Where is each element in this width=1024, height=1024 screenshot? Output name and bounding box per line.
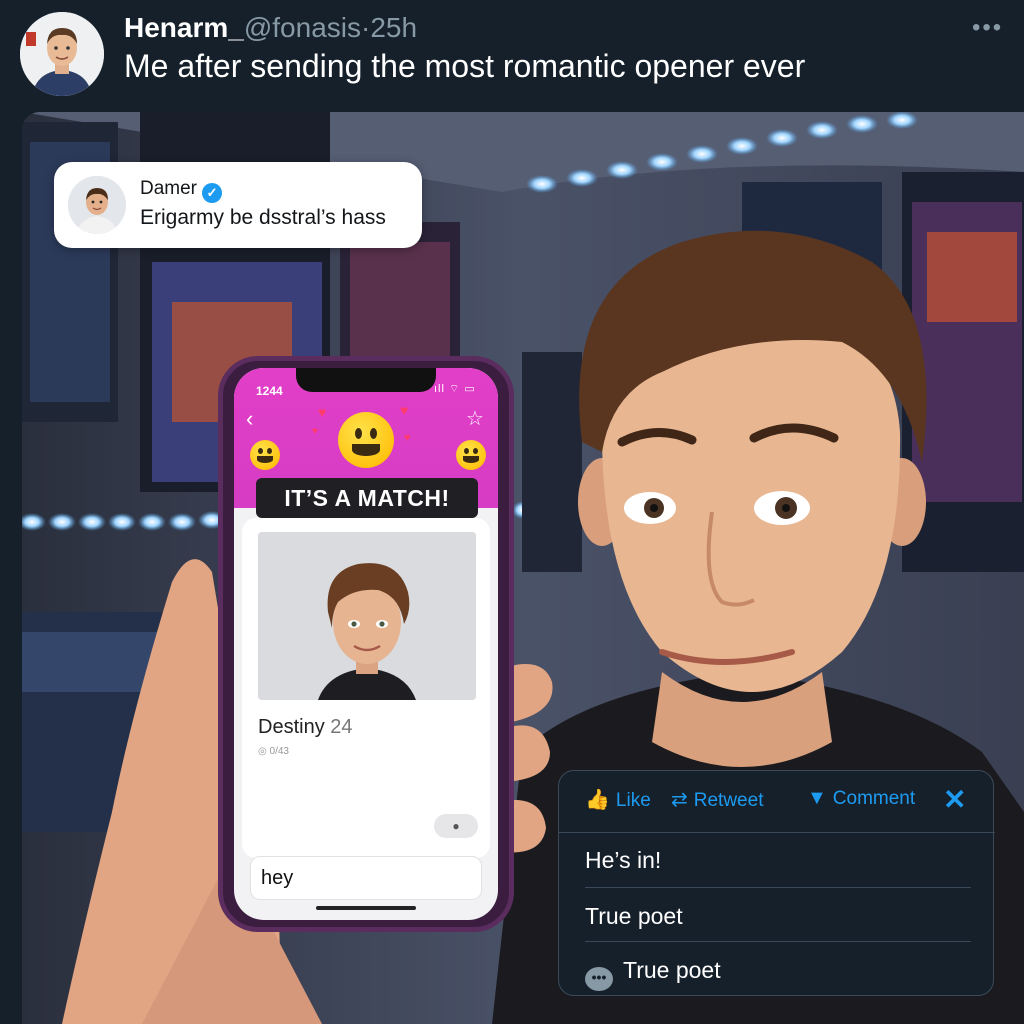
retweet-icon: ⇄ <box>671 789 688 811</box>
divider <box>585 941 971 942</box>
match-banner: IT’S A MATCH! <box>256 478 478 518</box>
quote-author-name[interactable]: Damer <box>140 178 197 199</box>
divider <box>585 887 971 888</box>
reply-item-with-icon[interactable]: ••• True poet <box>585 957 721 991</box>
heart-icon: ♥ <box>404 432 411 444</box>
quote-author-line: Damer ✓ <box>140 178 223 203</box>
author-handle[interactable]: @fonasis <box>244 12 361 43</box>
separator: · <box>360 12 371 43</box>
retweet-button[interactable]: ⇄ Retweet <box>671 787 763 812</box>
heart-icon: ♥ <box>400 402 409 418</box>
reply-item[interactable]: True poet <box>585 903 683 930</box>
reply-text: True poet <box>623 957 721 983</box>
author-line: Henarm_@fonasis·25h <box>124 12 417 44</box>
comment-button[interactable]: ▼ Comment <box>807 787 915 810</box>
message-input[interactable]: hey <box>250 856 482 900</box>
star-icon[interactable]: ☆ <box>466 406 484 431</box>
grin-emoji-icon <box>250 440 280 470</box>
home-indicator[interactable] <box>316 906 416 910</box>
quote-avatar[interactable] <box>68 176 126 234</box>
smiley-emoji-icon <box>338 412 394 468</box>
author-name[interactable]: Henarm_ <box>124 12 244 43</box>
profile-card[interactable]: Destiny 24 ◎ 0/43 ● <box>242 518 490 858</box>
heart-icon: ♥ <box>312 426 318 437</box>
quote-text: Erigarmy be dsstral’s hass <box>140 206 386 229</box>
tweet-time[interactable]: 25h <box>370 12 417 43</box>
comment-icon: ▼ <box>807 787 827 809</box>
phone-notch <box>296 368 436 392</box>
comment-label: Comment <box>832 788 916 809</box>
like-button[interactable]: 👍 Like <box>585 787 651 812</box>
profile-photo[interactable] <box>258 532 476 700</box>
emoji-toggle[interactable]: ● <box>434 814 478 838</box>
author-avatar[interactable] <box>20 12 104 96</box>
profile-meta: ◎ 0/43 <box>258 746 289 757</box>
chat-bubble-icon: ••• <box>585 967 613 991</box>
tweet-screenshot: Henarm_@fonasis·25h Me after sending the… <box>0 0 1024 1024</box>
profile-name: Destiny <box>258 716 325 738</box>
action-panel: 👍 Like ⇄ Retweet ▼ Comment ✕ He’s in! True … <box>558 770 995 996</box>
phone-screen: 1244 ıll ⌔ ▭ ‹ ☆ ♥ ♥ ♥ ♥ Destiny 24 ◎ 0/… <box>234 368 498 920</box>
action-bar: 👍 Like ⇄ Retweet ▼ Comment ✕ <box>559 771 995 833</box>
verified-badge-icon: ✓ <box>202 183 223 203</box>
status-time: 1244 <box>256 384 283 398</box>
grin-emoji-icon <box>456 440 486 470</box>
status-icons: ıll ⌔ ▭ <box>434 383 476 395</box>
close-icon[interactable]: ✕ <box>943 783 966 816</box>
back-icon[interactable]: ‹ <box>246 406 253 432</box>
thumbs-up-icon: 👍 <box>585 789 610 811</box>
retweet-label: Retweet <box>693 790 764 811</box>
profile-name-line: Destiny 24 <box>258 716 353 739</box>
heart-icon: ♥ <box>318 404 327 420</box>
quoted-tweet-card[interactable]: Damer ✓ Erigarmy be dsstral’s hass <box>54 162 422 248</box>
reply-item[interactable]: He’s in! <box>585 847 661 874</box>
profile-age: 24 <box>330 716 353 738</box>
tweet-text: Me after sending the most romantic opene… <box>124 48 806 84</box>
like-label: Like <box>615 790 651 811</box>
more-horizontal-icon[interactable]: ••• <box>972 16 1008 40</box>
tweet-header: Henarm_@fonasis·25h Me after sending the… <box>0 0 1024 112</box>
